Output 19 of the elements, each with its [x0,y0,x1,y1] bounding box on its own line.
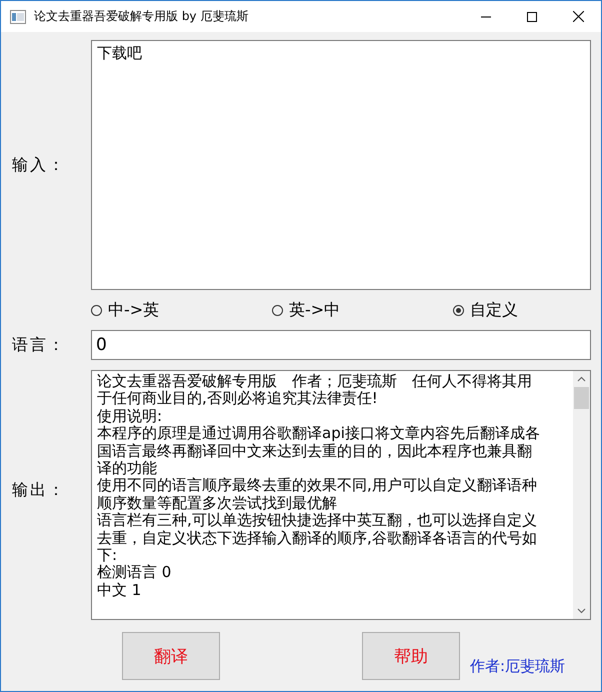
language-label: 语言： [11,334,67,356]
scrollbar[interactable] [573,371,590,619]
output-label: 输出： [11,480,67,500]
radio-option[interactable]: 自定义 [453,300,518,320]
window-title: 论文去重器吾爱破解专用版 by 厄斐琉斯 [34,8,250,25]
action-button[interactable]: 帮助 [362,632,460,680]
radio-option[interactable]: 中->英 [91,300,272,320]
input-label: 输入： [11,154,67,176]
action-button[interactable]: 翻译 [122,632,220,680]
output-field[interactable] [91,370,591,620]
input-field[interactable]: 下载吧 [91,40,591,290]
author-text: 作者:厄斐琉斯 [470,657,566,676]
close-icon [572,11,584,22]
app-icon [10,10,26,24]
language-field[interactable]: 0 [91,330,591,360]
maximize-icon [527,12,537,22]
scroll-thumb[interactable] [574,387,589,409]
output-text: 论文去重器吾爱破解专用版 作者；厄斐琉斯 任何人不得将其用 于任何商业目的,否则必将追究其法律责任! 使用说明: 本程序的原理是通过调用谷歌翻译api接口将文章内容先后翻译成各 国语言最终再翻译回中文来达到去重的目的，因此本程序也兼具翻 译的功能 使用不同的语言顺序最终去重的效果不同,用户可以自定义翻译语种 顺序数量等配置多次尝试找到最优解 语言栏有三种,可以单选按钮快捷选择中英互翻，也可以选择自定义 去重，自定义状态下选择输入翻译的顺序,谷歌翻译各语言的代号如 下: 检测语言 0 中文 1 [96,371,541,601]
radio-option[interactable]: 英->中 [272,300,453,320]
